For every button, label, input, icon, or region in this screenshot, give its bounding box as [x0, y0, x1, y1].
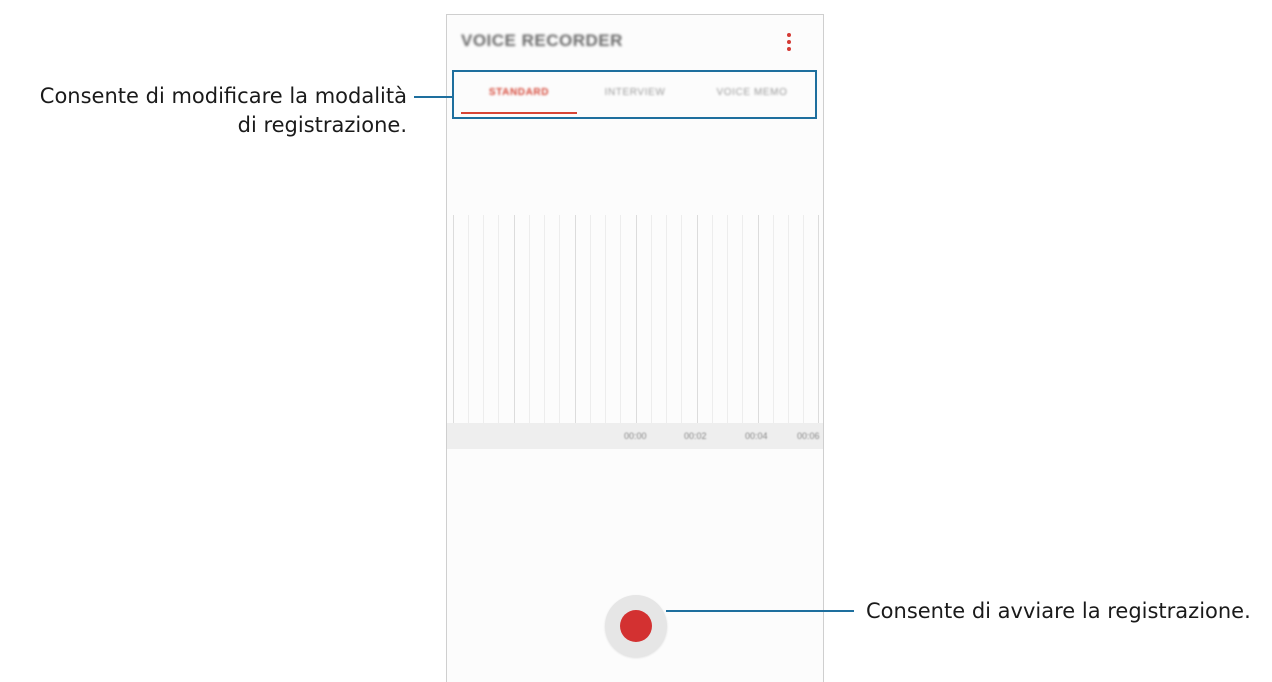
mode-callout-line1: Consente di modificare la modalità [39, 84, 407, 108]
mode-callout-line [414, 96, 452, 98]
more-options-icon[interactable] [777, 31, 801, 55]
time-label: 00:06 [797, 431, 820, 441]
time-label: 00:00 [624, 431, 647, 441]
app-title: VOICE RECORDER [461, 31, 623, 50]
tabs-highlight-box [452, 70, 817, 119]
mode-callout-line2: di registrazione. [237, 113, 407, 137]
time-label: 00:02 [684, 431, 707, 441]
mode-callout-text: Consente di modificare la modalità di re… [40, 82, 407, 140]
record-callout-line [666, 610, 854, 612]
manual-figure: VOICE RECORDER STANDARD INTERVIEW VOICE … [0, 0, 1272, 682]
timeline-bar: 00:00 00:02 00:04 00:06 [447, 423, 823, 449]
record-callout-text: Consente di avviare la registrazione. [866, 599, 1251, 623]
waveform-grid [453, 215, 819, 423]
time-label: 00:04 [745, 431, 768, 441]
record-icon [620, 610, 652, 642]
record-button[interactable] [605, 595, 667, 657]
